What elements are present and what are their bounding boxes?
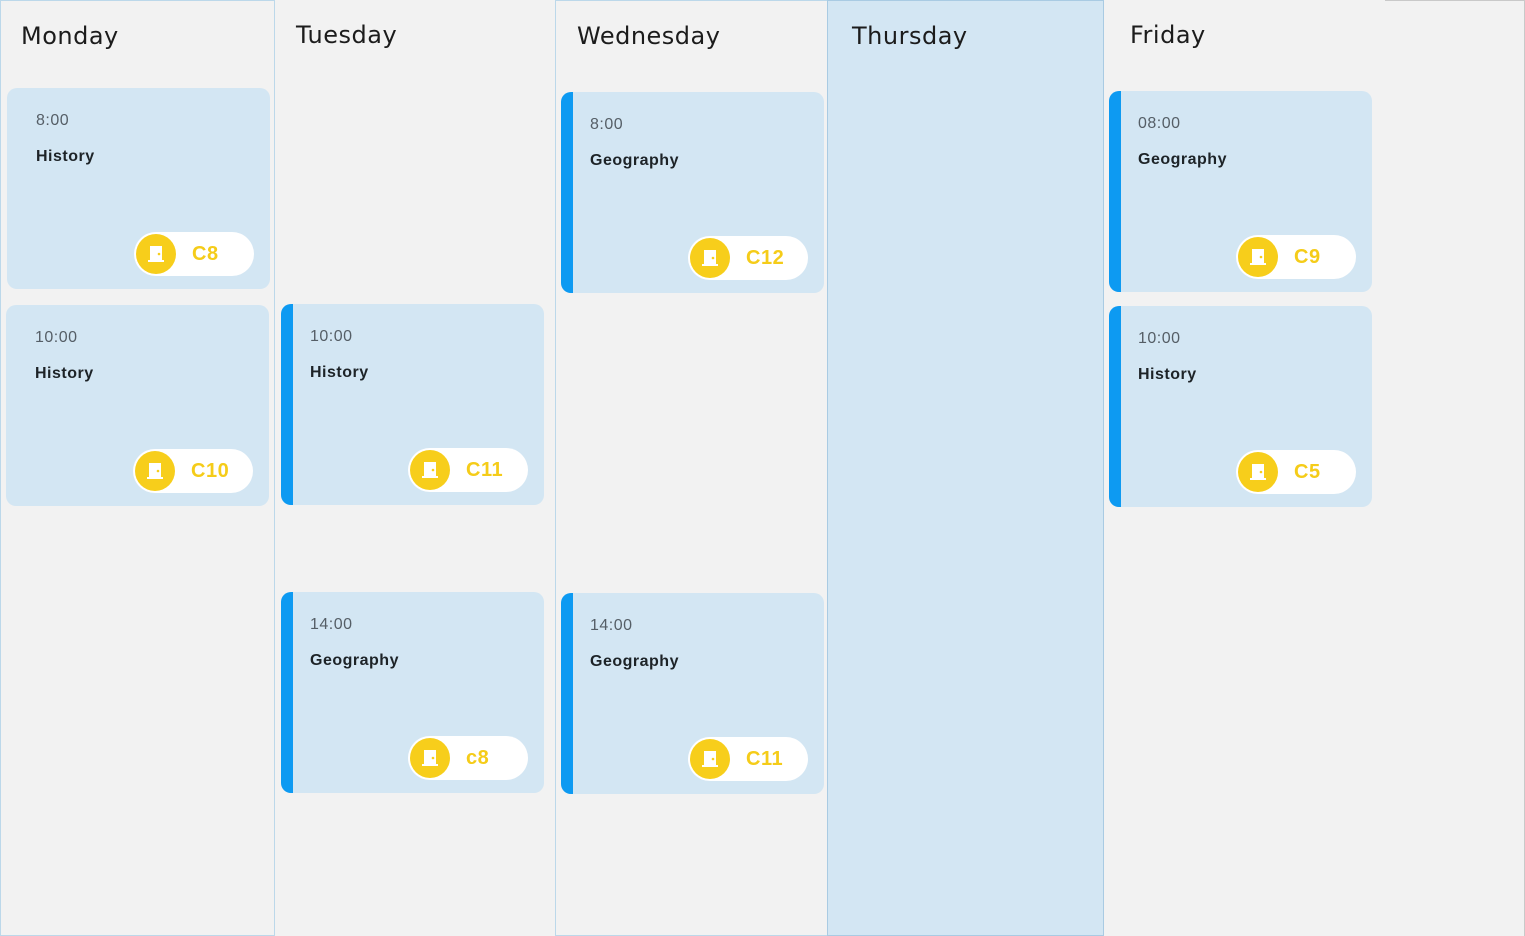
lesson-subject: History xyxy=(36,148,95,165)
door-icon xyxy=(135,451,175,491)
day-title: Thursday xyxy=(852,22,968,50)
lesson-card[interactable]: 8:00 History C8 xyxy=(7,88,270,289)
door-icon xyxy=(1238,452,1278,492)
day-column-friday: Friday 08:00 Geography C9 10:00 History … xyxy=(1104,0,1385,936)
lesson-subject: History xyxy=(35,365,94,382)
lesson-time: 10:00 xyxy=(1138,330,1181,347)
weekly-timetable: Monday 8:00 History C8 10:00 History C10 xyxy=(0,0,1525,936)
lesson-card[interactable]: 14:00 Geography c8 xyxy=(281,592,544,793)
lesson-time: 10:00 xyxy=(310,328,353,345)
room-badge[interactable]: C10 xyxy=(133,449,253,493)
door-icon xyxy=(690,739,730,779)
empty-column xyxy=(1385,0,1525,936)
room-code: C8 xyxy=(192,243,219,265)
door-icon xyxy=(690,238,730,278)
lesson-card[interactable]: 10:00 History C10 xyxy=(6,305,269,506)
room-badge[interactable]: C8 xyxy=(134,232,254,276)
room-code: C5 xyxy=(1294,461,1321,483)
door-icon xyxy=(1238,237,1278,277)
room-badge[interactable]: C5 xyxy=(1236,450,1356,494)
day-title: Tuesday xyxy=(296,21,398,49)
day-column-monday: Monday 8:00 History C8 10:00 History C10 xyxy=(0,0,275,936)
day-column-wednesday: Wednesday 8:00 Geography C12 14:00 Geogr… xyxy=(555,0,828,936)
room-code: C9 xyxy=(1294,246,1321,268)
day-column-thursday: Thursday xyxy=(827,0,1104,936)
lesson-card[interactable]: 10:00 History C5 xyxy=(1109,306,1372,507)
room-badge[interactable]: c8 xyxy=(408,736,528,780)
lesson-card[interactable]: 8:00 Geography C12 xyxy=(561,92,824,293)
lesson-subject: Geography xyxy=(590,653,679,670)
lesson-time: 08:00 xyxy=(1138,115,1181,132)
lesson-subject: Geography xyxy=(1138,151,1227,168)
door-icon xyxy=(410,450,450,490)
door-icon xyxy=(136,234,176,274)
room-badge[interactable]: C12 xyxy=(688,236,808,280)
room-code: C11 xyxy=(466,459,504,481)
lesson-subject: Geography xyxy=(310,652,399,669)
door-icon xyxy=(410,738,450,778)
room-badge[interactable]: C11 xyxy=(688,737,808,781)
lesson-card[interactable]: 14:00 Geography C11 xyxy=(561,593,824,794)
lesson-card[interactable]: 08:00 Geography C9 xyxy=(1109,91,1372,292)
room-code: C10 xyxy=(191,460,230,482)
lesson-time: 10:00 xyxy=(35,329,78,346)
day-title: Friday xyxy=(1130,21,1206,49)
lesson-subject: History xyxy=(1138,366,1197,383)
room-code: C11 xyxy=(746,748,784,770)
room-badge[interactable]: C11 xyxy=(408,448,528,492)
lesson-subject: Geography xyxy=(590,152,679,169)
lesson-subject: History xyxy=(310,364,369,381)
room-code: c8 xyxy=(466,747,490,769)
day-title: Wednesday xyxy=(577,22,721,50)
lesson-card[interactable]: 10:00 History C11 xyxy=(281,304,544,505)
lesson-time: 8:00 xyxy=(36,112,70,129)
day-column-tuesday: Tuesday 10:00 History C11 14:00 Geograph… xyxy=(275,0,556,936)
day-title: Monday xyxy=(21,22,119,50)
lesson-time: 14:00 xyxy=(590,617,633,634)
room-badge[interactable]: C9 xyxy=(1236,235,1356,279)
room-code: C12 xyxy=(746,247,785,269)
lesson-time: 8:00 xyxy=(590,116,624,133)
lesson-time: 14:00 xyxy=(310,616,353,633)
